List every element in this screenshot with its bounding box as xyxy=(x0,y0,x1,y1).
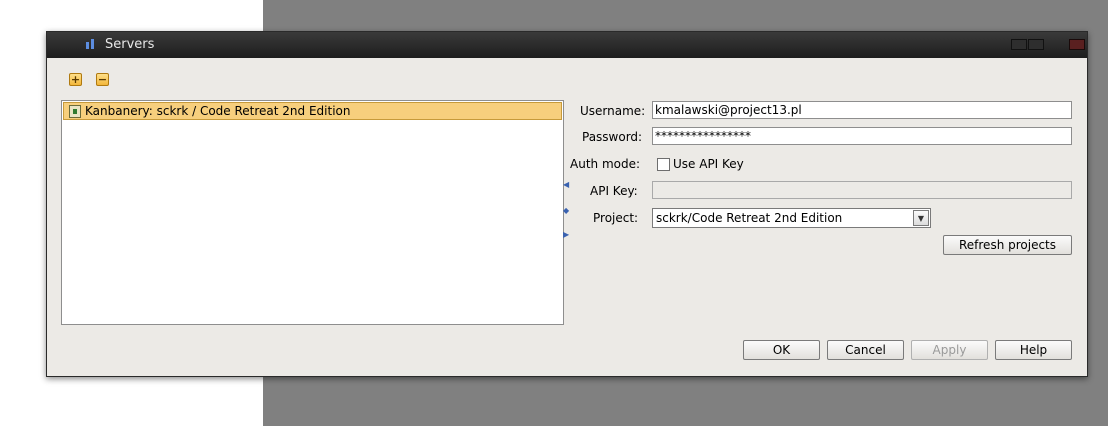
project-select-value: sckrk/Code Retreat 2nd Edition xyxy=(656,211,843,225)
maximize-button[interactable] xyxy=(1028,39,1044,50)
refresh-projects-button[interactable]: Refresh projects xyxy=(943,235,1072,255)
apply-button[interactable]: Apply xyxy=(911,340,988,360)
minimize-button[interactable] xyxy=(1011,39,1027,50)
server-label: Kanbanery: sckrk / Code Retreat 2nd Edit… xyxy=(85,104,351,118)
list-item[interactable]: Kanbanery: sckrk / Code Retreat 2nd Edit… xyxy=(63,102,562,120)
api-key-label: API Key: xyxy=(590,184,638,198)
servers-dialog: Servers + − Kanbanery: sckrk / Code Retr… xyxy=(46,31,1088,377)
password-input[interactable] xyxy=(652,127,1072,145)
title-bar[interactable]: Servers xyxy=(47,32,1087,58)
project-select[interactable]: sckrk/Code Retreat 2nd Edition ▼ xyxy=(652,208,931,228)
splitter-grip-icon[interactable]: ◆ xyxy=(563,206,569,215)
ok-button[interactable]: OK xyxy=(743,340,820,360)
username-input[interactable] xyxy=(652,101,1072,119)
cancel-button[interactable]: Cancel xyxy=(827,340,904,360)
server-list[interactable]: Kanbanery: sckrk / Code Retreat 2nd Edit… xyxy=(61,100,564,325)
use-api-key-label[interactable]: Use API Key xyxy=(673,157,744,171)
help-button[interactable]: Help xyxy=(995,340,1072,360)
remove-icon: − xyxy=(97,73,108,86)
app-icon xyxy=(86,39,94,49)
username-label: Username: xyxy=(580,104,646,118)
panel-splitter[interactable]: ◀ ◆ ▶ xyxy=(563,180,569,252)
collapse-left-icon[interactable]: ◀ xyxy=(563,180,569,189)
server-icon xyxy=(69,105,81,118)
auth-mode-label: Auth mode: xyxy=(570,157,641,171)
remove-server-button[interactable]: − xyxy=(96,73,109,86)
api-key-input[interactable] xyxy=(652,181,1072,199)
add-icon: + xyxy=(70,73,81,86)
password-label: Password: xyxy=(582,130,643,144)
chevron-down-icon[interactable]: ▼ xyxy=(913,210,929,226)
project-label: Project: xyxy=(593,211,639,225)
collapse-right-icon[interactable]: ▶ xyxy=(563,230,569,239)
add-server-button[interactable]: + xyxy=(69,73,82,86)
close-button[interactable] xyxy=(1069,39,1085,50)
window-title: Servers xyxy=(105,37,155,52)
use-api-key-checkbox[interactable] xyxy=(657,158,670,171)
